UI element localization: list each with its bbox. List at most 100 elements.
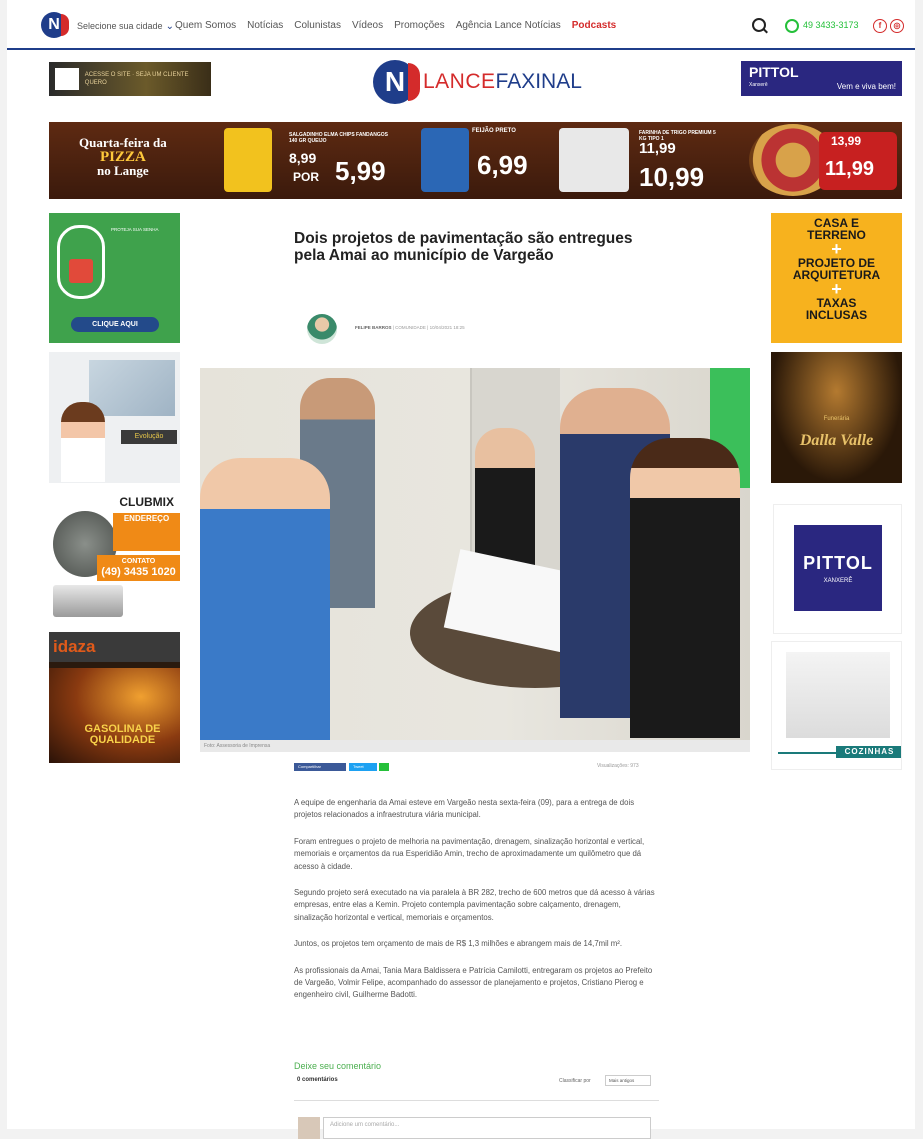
banner-title-line1: Quarta-feira da (79, 135, 167, 150)
product-flour-old-price: 11,99 (639, 140, 676, 157)
plus-icon: + (831, 279, 842, 299)
article-paragraph: A equipe de engenharia da Amai esteve em… (294, 798, 635, 820)
photo-caption: Foto: Assessoria de Imprensa (200, 740, 750, 752)
menu-item-videos[interactable]: Vídeos (352, 20, 383, 31)
ad-header-left[interactable]: ACESSE O SITE · SEJA UM CLIENTE QUERO (49, 62, 211, 96)
whatsapp-icon[interactable] (785, 19, 799, 33)
ad-dalla-sub: Funerária (823, 416, 850, 422)
ad-cozinhas[interactable]: COZINHAS (771, 641, 902, 770)
pizza-price: 11,99 (825, 158, 874, 180)
menu-item-podcasts[interactable]: Podcasts (572, 20, 616, 31)
ad-password-security[interactable]: PROTEJA SUA SENHA CLIQUE AQUI (49, 213, 180, 343)
product-flour-price: 10,99 (639, 162, 705, 192)
comments-count: 0 comentários (297, 1077, 338, 1083)
ad-header-left-logo (55, 68, 79, 90)
ad-clubmix-address-title: ENDEREÇO (123, 514, 170, 523)
ad-idaza-image (49, 668, 180, 763)
product-beans-desc: FEIJÃO PRETO (472, 128, 516, 134)
product-chips-old-price: 8,99 (289, 150, 317, 166)
brand-name-part1: LANCE (423, 70, 496, 93)
ad-header-left-text: ACESSE O SITE · SEJA UM CLIENTE QUERO (84, 72, 189, 86)
ad-pittol-sidebar-box: PITTOL XANXERÊ (794, 525, 882, 611)
main-menu: Quem Somos Notícias Colunistas Vídeos Pr… (175, 20, 616, 31)
product-flour-image (559, 128, 629, 192)
search-icon[interactable] (752, 18, 766, 32)
comment-input[interactable]: Adicione um comentário... (323, 1117, 651, 1139)
ad-dalla-title: Dalla Valle (799, 432, 874, 449)
divider (294, 1100, 659, 1101)
product-chips-desc: SALGADINHO ELMA CHIPS FANDANGOS 140 GR Q… (289, 132, 388, 144)
ad-casa-terreno[interactable]: CASA E TERRENO + PROJETO DE ARQUITETURA … (771, 213, 902, 343)
ad-evolucao-logo: Evolução (121, 430, 177, 444)
ad-idaza[interactable]: idaza GASOLINA DE QUALIDADE (49, 632, 180, 763)
chevron-down-icon: ⌄ (165, 21, 174, 32)
menu-item-promocoes[interactable]: Promoções (394, 20, 445, 31)
pizza-old-price: 13,99 (831, 134, 862, 148)
ad-casa-line6: INCLUSAS (805, 308, 868, 322)
top-nav: N Selecione sua cidade ⌄ Quem Somos Notíc… (7, 8, 915, 50)
article-headline: Dois projetos de pavimentação são entreg… (294, 230, 633, 264)
ad-clubmix[interactable]: CLUBMIX ENDEREÇO CONTATO (49) 3435 1020 (49, 493, 180, 622)
ad-banner-supermarket[interactable]: Quarta-feira da PIZZA no Lange SALGADINH… (49, 122, 902, 199)
share-twitter-button[interactable]: Tweet (349, 763, 377, 771)
photo-person (630, 438, 740, 738)
phone-number[interactable]: 49 3433-3173 (803, 20, 859, 30)
ad-pittol-header[interactable]: PITTOL Xanxerê Vem e viva bem! (741, 61, 902, 96)
article-byline: FELIPE BARROS | COMUNIDADE | 10/04/2021 … (355, 325, 465, 330)
ad-pittol-sidebar-name: PITTOL (803, 553, 873, 573)
banner-title: Quarta-feira da PIZZA no Lange (79, 136, 167, 178)
logo-mark-icon: N (373, 60, 420, 104)
ad-clubmix-address: ENDEREÇO (113, 513, 180, 551)
product-chips-price: 5,99 (335, 156, 386, 186)
ad-idaza-slogan: GASOLINA DE QUALIDADE (84, 723, 161, 746)
banner-title-line3: no Lange (97, 163, 149, 178)
article-paragraph: As profissionais da Amai, Tania Mara Bal… (294, 965, 653, 1000)
menu-item-quem-somos[interactable]: Quem Somos (175, 20, 236, 31)
ad-idaza-logo: idaza (49, 632, 180, 662)
commenter-avatar (298, 1117, 320, 1139)
ad-clubmix-phone: (49) 3435 1020 (101, 566, 176, 578)
view-count: Visualizações: 973 (597, 763, 639, 769)
share-whatsapp-button[interactable] (379, 763, 389, 771)
site-logo-small[interactable]: N (41, 12, 69, 38)
site-logo[interactable]: N LANCEFAXINAL (373, 60, 582, 104)
author-name[interactable]: FELIPE BARROS (355, 325, 392, 330)
ad-clubmix-logo: CLUBMIX (49, 493, 180, 511)
article-paragraph: Segundo projeto será executado na via pa… (294, 888, 655, 922)
author-avatar[interactable] (307, 314, 337, 344)
ad-evolucao-window-image (89, 360, 175, 416)
instagram-icon[interactable]: ◎ (890, 19, 904, 33)
plus-icon: + (831, 239, 842, 259)
article-body: A equipe de engenharia da Amai esteve em… (294, 797, 659, 1016)
ad-clubmix-truck-image (53, 585, 123, 617)
product-chips-por: POR (293, 170, 320, 184)
ad-idaza-logo-text: idaza (53, 637, 96, 656)
ad-pittol-sidebar[interactable]: PITTOL XANXERÊ (773, 504, 902, 634)
sort-label: Classificar por (559, 1078, 591, 1084)
ad-cozinhas-label: COZINHAS (836, 746, 901, 758)
page: N Selecione sua cidade ⌄ Quem Somos Notíc… (7, 0, 915, 1139)
ad-password-button[interactable]: CLIQUE AQUI (71, 317, 159, 332)
menu-item-colunistas[interactable]: Colunistas (294, 20, 341, 31)
pizza-price-tag: 13,99 11,99 (819, 132, 897, 190)
sort-select[interactable]: Mais antigos (605, 1075, 651, 1086)
divider (778, 752, 838, 754)
pittol-slogan: Vem e viva bem! (836, 82, 896, 91)
article-paragraph: Foram entregues o projeto de melhoria na… (294, 836, 645, 871)
ad-pittol-sidebar-city: XANXERÊ (823, 578, 853, 584)
article-paragraph: Juntos, os projetos tem orçamento de mai… (294, 939, 623, 949)
pittol-name: PITTOL (749, 64, 799, 80)
byline-meta: | COMUNIDADE | 10/04/2021 18:25 (391, 325, 465, 330)
ad-dalla-valle[interactable]: Funerária Dalla Valle (771, 352, 902, 483)
city-selector[interactable]: Selecione sua cidade ⌄ (77, 21, 174, 32)
pittol-city: Xanxerê (749, 82, 768, 88)
ad-evolucao[interactable]: Evolução (49, 352, 180, 483)
product-beans-price: 6,99 (477, 150, 528, 180)
facebook-icon[interactable]: f (873, 19, 887, 33)
product-chips-image (224, 128, 272, 192)
ad-clubmix-contact: CONTATO (49) 3435 1020 (97, 555, 180, 581)
menu-item-agencia[interactable]: Agência Lance Notícias (456, 20, 561, 31)
menu-item-noticias[interactable]: Notícias (247, 20, 283, 31)
comments-heading: Deixe seu comentário (294, 1061, 382, 1071)
share-facebook-button[interactable]: Compartilhar (294, 763, 346, 771)
